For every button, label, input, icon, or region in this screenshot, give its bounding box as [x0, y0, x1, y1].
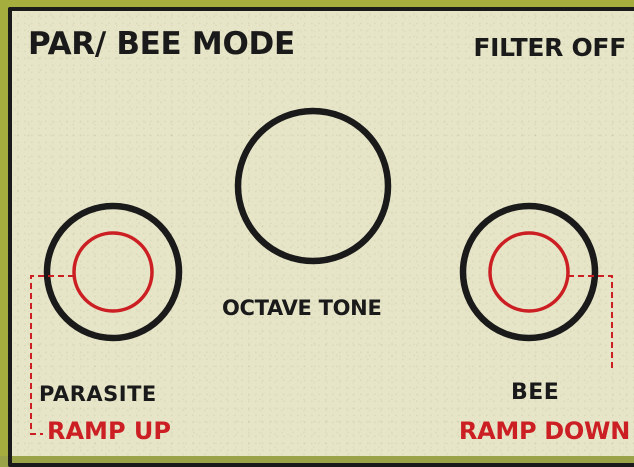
filter-off-label: FILTER OFF — [473, 33, 626, 62]
parasite-knob[interactable] — [43, 202, 183, 342]
ramp-down-label: RAMP DOWN — [458, 417, 630, 445]
ramp-up-knob-inner-ring[interactable] — [72, 231, 154, 313]
ramp-down-knob-inner-ring[interactable] — [488, 231, 570, 313]
octave-tone-label: OCTAVE TONE — [222, 296, 382, 320]
parasite-label: PARASITE — [39, 382, 157, 406]
octave-tone-knob[interactable] — [234, 107, 392, 265]
bee-knob[interactable] — [459, 202, 599, 342]
octave-tone-knob-face[interactable] — [241, 114, 385, 258]
ramp-up-label: RAMP UP — [47, 417, 171, 445]
mode-title: PAR/ BEE MODE — [28, 26, 295, 62]
bee-label: BEE — [511, 380, 560, 405]
